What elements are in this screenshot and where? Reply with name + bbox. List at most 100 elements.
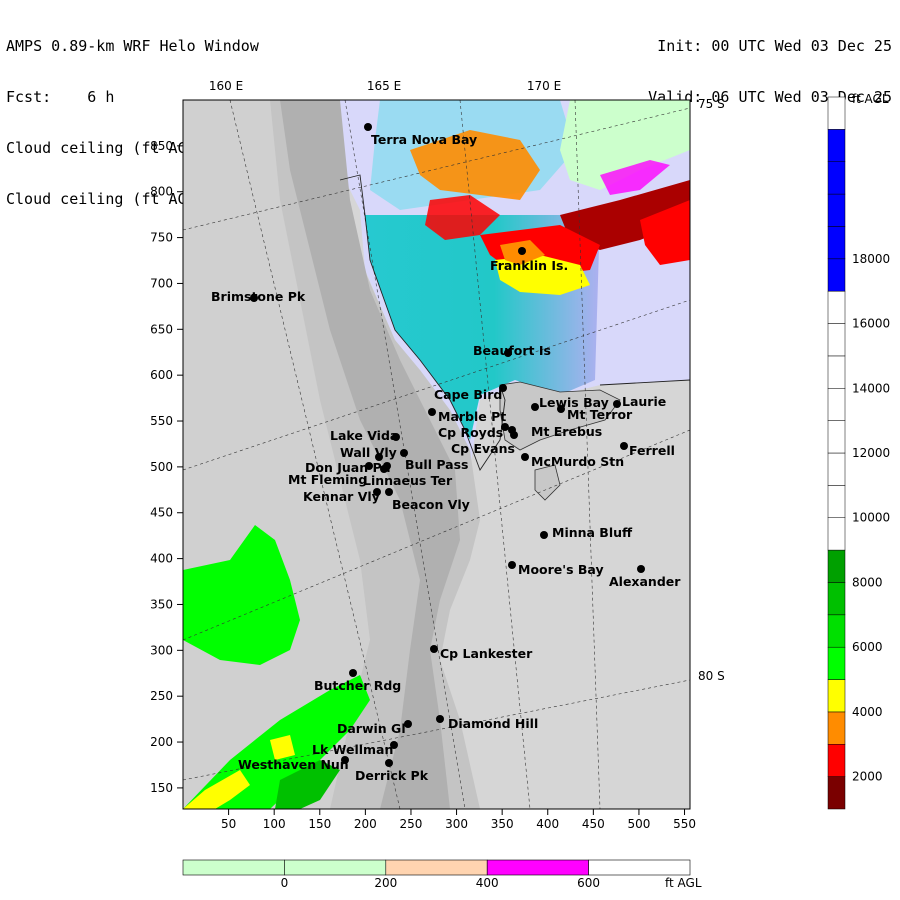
y-axis-tick-label: 700 [150, 276, 173, 290]
station-label: Bull Pass [405, 457, 469, 472]
station-label: Derrick Pk [355, 768, 429, 783]
terrain-colorbar-cell [385, 859, 488, 876]
station-label: Franklin Is. [490, 258, 568, 273]
ceiling-colorbar-cell [827, 744, 846, 777]
station-label: Linnaeus Ter [363, 473, 453, 488]
station-label: Mt Erebus [531, 424, 602, 439]
station-dot[interactable] [430, 645, 438, 653]
y-axis-tick-label: 600 [150, 368, 173, 382]
station-label: Lake Vida [330, 428, 398, 443]
y-axis-tick-label: 250 [150, 689, 173, 703]
y-axis-tick-label: 800 [150, 185, 173, 199]
station-label: Westhaven Nun [238, 757, 349, 772]
station-label: Butcher Rdg [314, 678, 401, 693]
ceiling-colorbar-cell [827, 776, 846, 810]
station-dot[interactable] [385, 759, 393, 767]
station-dot[interactable] [531, 403, 539, 411]
x-axis-tick-label: 100 [263, 817, 286, 831]
x-axis-tick-label: 200 [354, 817, 377, 831]
station-label: Wall Vly [340, 445, 397, 460]
ceiling-colorbar-cell [827, 193, 846, 227]
ceiling-colorbar-cell [827, 420, 846, 454]
lon-label-170: 170 E [527, 79, 561, 93]
terrain-colorbar-label: 600 [577, 876, 600, 890]
ceiling-colorbar-label: 12000 [852, 446, 890, 460]
y-axis-tick-label: 400 [150, 552, 173, 566]
station-dot[interactable] [510, 431, 518, 439]
terrain-colorbar-cell [284, 859, 387, 876]
ceiling-colorbar-cell [827, 355, 846, 389]
station-dot[interactable] [364, 123, 372, 131]
station-dot[interactable] [428, 408, 436, 416]
map-figure: 160 E 165 E 170 E 75 S 80 S 50 100 150 200 2… [150, 79, 890, 890]
ceiling-colorbar-cell [827, 290, 846, 324]
station-label: Marble Pt [438, 409, 506, 424]
station-label: Mt Fleming [288, 472, 367, 487]
station-label: Lk Wellman [312, 742, 393, 757]
y-axis-tick-label: 200 [150, 735, 173, 749]
x-axis-tick-label: 300 [445, 817, 468, 831]
ceiling-colorbar-cell [827, 96, 846, 130]
station-label: Diamond Hill [448, 716, 538, 731]
station-dot[interactable] [637, 565, 645, 573]
ceiling-colorbar-cell [827, 452, 846, 486]
ceiling-colorbar-label: 10000 [852, 511, 890, 525]
station-label: Cape Bird [434, 387, 502, 402]
ceiling-colorbar: ft AGL 2000 4000 6000 8000 10000 12000 14000 16… [827, 92, 890, 810]
y-axis-tick-label: 350 [150, 597, 173, 611]
terrain-colorbar-cell [486, 859, 589, 876]
ceiling-colorbar-label: 18000 [852, 252, 890, 266]
station-dot[interactable] [540, 531, 548, 539]
ceiling-colorbar-cell [827, 388, 846, 421]
x-axis-tick-label: 250 [400, 817, 423, 831]
ceiling-colorbar-label: 4000 [852, 705, 883, 719]
ceiling-colorbar-cell [827, 161, 846, 195]
lat-label-75: 75 S [698, 97, 725, 111]
x-axis-tick-label: 150 [308, 817, 331, 831]
terrain-colorbar-cell [588, 859, 691, 876]
station-label: Mt Terror [567, 407, 633, 422]
station-dot[interactable] [380, 465, 388, 473]
ceiling-colorbar-cell [827, 614, 846, 648]
station-label: Terra Nova Bay [371, 132, 477, 147]
station-dot[interactable] [557, 405, 565, 413]
station-dot[interactable] [385, 488, 393, 496]
x-axis-tick-label: 350 [491, 817, 514, 831]
ceiling-colorbar-cell [827, 679, 846, 713]
y-axis-tick-label: 500 [150, 460, 173, 474]
station-dot[interactable] [436, 715, 444, 723]
ceiling-colorbar-unit: ft AGL [852, 92, 889, 106]
station-dot[interactable] [508, 561, 516, 569]
ceiling-colorbar-cell [827, 485, 846, 518]
station-label: Cp Lankester [440, 646, 533, 661]
terrain-colorbar-unit: ft AGL [665, 876, 702, 890]
ceiling-colorbar-cell [827, 129, 846, 162]
terrain-colorbar: ft AGL 0 200 400 600 [182, 859, 702, 890]
station-label: Beacon Vly [392, 497, 470, 512]
terrain-colorbar-label: 0 [281, 876, 289, 890]
station-dot[interactable] [521, 453, 529, 461]
station-dot[interactable] [518, 247, 526, 255]
x-axis-tick-label: 500 [627, 817, 650, 831]
ceiling-colorbar-cell [827, 258, 846, 292]
y-axis-tick-label: 850 [150, 139, 173, 153]
station-dot[interactable] [620, 442, 628, 450]
station-dot[interactable] [349, 669, 357, 677]
station-label: Beaufort Is [473, 343, 551, 358]
lon-label-160: 160 E [209, 79, 243, 93]
x-axis-tick-label: 50 [221, 817, 236, 831]
y-axis-tick-label: 150 [150, 781, 173, 795]
station-dot[interactable] [400, 449, 408, 457]
y-axis-tick-label: 450 [150, 506, 173, 520]
y-axis-tick-label: 550 [150, 414, 173, 428]
station-label: Darwin Gl [337, 721, 406, 736]
ceiling-colorbar-cell [827, 226, 846, 260]
y-axis-tick-label: 300 [150, 643, 173, 657]
station-label: Brimstone Pk [211, 289, 306, 304]
station-label: Alexander [609, 574, 681, 589]
terrain-colorbar-label: 400 [476, 876, 499, 890]
ceiling-colorbar-label: 14000 [852, 381, 890, 395]
ceiling-colorbar-cell [827, 711, 846, 745]
ceiling-colorbar-cell [827, 582, 846, 616]
ceiling-colorbar-cell [827, 323, 846, 357]
